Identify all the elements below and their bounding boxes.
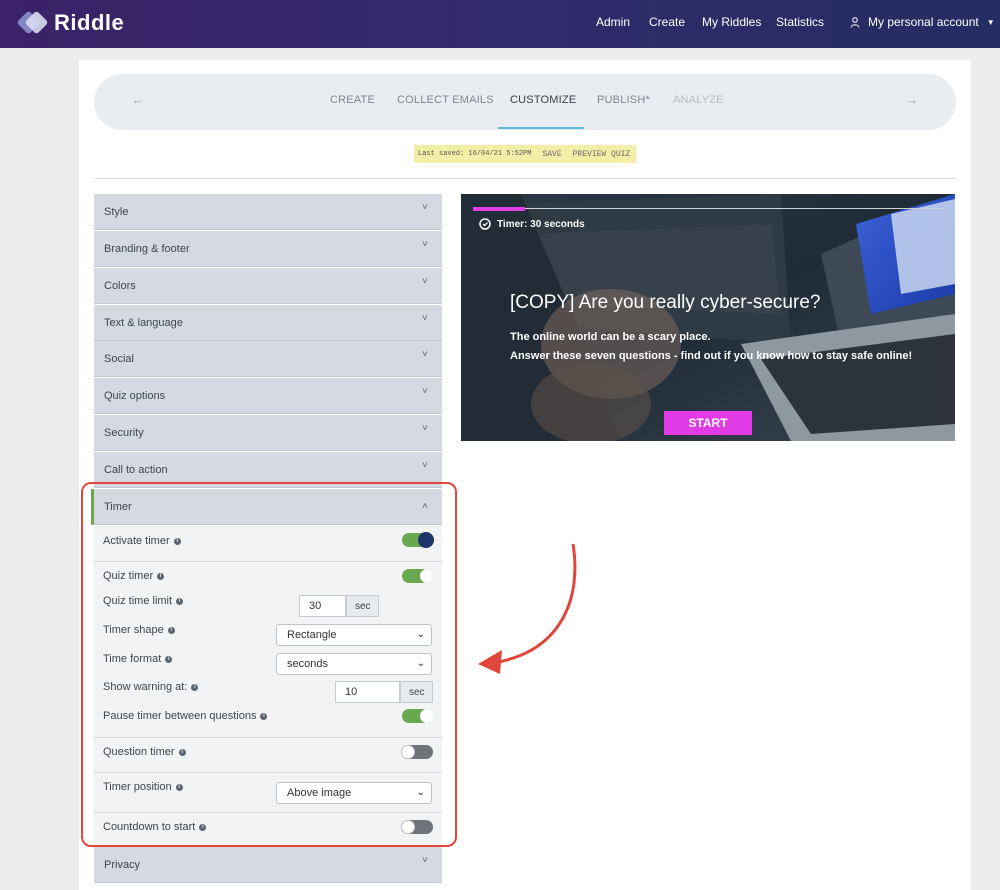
tab-analyze[interactable]: ANALYZE xyxy=(673,94,724,106)
section-colors[interactable]: Colors ˅ xyxy=(94,268,442,304)
tab-customize[interactable]: CUSTOMIZE xyxy=(510,94,576,106)
highlight-outline xyxy=(81,482,457,847)
section-label: Text & language xyxy=(104,317,183,329)
tab-collect-emails[interactable]: COLLECT EMAILS xyxy=(397,94,494,106)
section-branding-footer[interactable]: Branding & footer ˅ xyxy=(94,231,442,267)
chevron-down-icon: ˅ xyxy=(422,460,428,471)
chevron-down-icon: ˅ xyxy=(422,239,428,250)
tab-publish[interactable]: PUBLISH* xyxy=(597,94,650,106)
step-navigator: ← CREATE COLLECT EMAILS CUSTOMIZE PUBLIS… xyxy=(94,74,956,130)
section-privacy[interactable]: Privacy ˅ xyxy=(94,847,442,883)
quiz-preview: Timer: 30 seconds [COPY] Are you really … xyxy=(461,194,955,441)
section-style[interactable]: Style ˅ xyxy=(94,194,442,230)
section-label: Security xyxy=(104,427,144,439)
arrow-left-icon[interactable]: ← xyxy=(128,92,148,107)
progress-track xyxy=(473,208,945,209)
active-tab-indicator xyxy=(498,127,584,129)
chevron-down-icon: ˅ xyxy=(422,313,428,324)
section-label: Call to action xyxy=(104,464,168,476)
nav-create[interactable]: Create xyxy=(649,15,685,29)
section-label: Style xyxy=(104,206,129,218)
logo-mark-icon xyxy=(16,10,49,36)
section-label: Colors xyxy=(104,280,136,292)
account-label: My personal account xyxy=(868,15,979,29)
section-label: Social xyxy=(104,353,134,365)
timer-text: Timer: 30 seconds xyxy=(497,218,585,230)
user-icon xyxy=(850,16,860,28)
last-saved-text: Last saved: 16/04/21 5:52PM xyxy=(418,150,532,158)
progress-fill xyxy=(473,207,525,211)
brand-name: Riddle xyxy=(54,10,125,35)
section-label: Privacy xyxy=(104,859,141,871)
quiz-title: [COPY] Are you really cyber-secure? xyxy=(510,292,821,313)
save-status-bar: Last saved: 16/04/21 5:52PM SAVE PREVIEW… xyxy=(414,145,636,163)
timer-indicator: Timer: 30 seconds xyxy=(479,218,585,230)
save-button[interactable]: SAVE xyxy=(542,150,561,159)
chevron-down-icon: ˅ xyxy=(422,423,428,434)
timer-icon xyxy=(479,218,491,230)
section-label: Branding & footer xyxy=(104,243,190,255)
section-security[interactable]: Security ˅ xyxy=(94,415,442,451)
section-social[interactable]: Social ˅ xyxy=(94,341,442,377)
account-menu[interactable]: My personal account ▼ xyxy=(850,15,995,29)
section-text-language[interactable]: Text & language ˅ xyxy=(94,305,442,341)
annotation-arrow-icon xyxy=(478,543,577,674)
laptop-photo xyxy=(461,194,955,441)
chevron-down-icon: ˅ xyxy=(422,349,428,360)
preview-quiz-button[interactable]: PREVIEW QUIZ xyxy=(573,150,631,159)
arrow-right-icon[interactable]: → xyxy=(902,92,922,107)
tab-create[interactable]: CREATE xyxy=(330,94,375,106)
chevron-down-icon: ˅ xyxy=(422,276,428,287)
nav-admin[interactable]: Admin xyxy=(596,15,630,29)
quiz-description-2: Answer these seven questions - find out … xyxy=(510,350,913,362)
divider xyxy=(94,178,956,179)
top-navbar: Riddle Admin Create My Riddles Statistic… xyxy=(0,0,1000,48)
start-button[interactable]: START xyxy=(664,411,752,435)
section-label: Quiz options xyxy=(104,390,166,402)
nav-statistics[interactable]: Statistics xyxy=(776,15,824,29)
caret-down-icon: ▼ xyxy=(986,17,995,27)
section-quiz-options[interactable]: Quiz options ˅ xyxy=(94,378,442,414)
chevron-down-icon: ˅ xyxy=(422,202,428,213)
quiz-description-1: The online world can be a scary place. xyxy=(510,331,711,343)
chevron-down-icon: ˅ xyxy=(422,386,428,397)
riddle-logo[interactable]: Riddle xyxy=(16,10,125,36)
chevron-down-icon: ˅ xyxy=(422,855,428,866)
nav-my-riddles[interactable]: My Riddles xyxy=(702,15,761,29)
